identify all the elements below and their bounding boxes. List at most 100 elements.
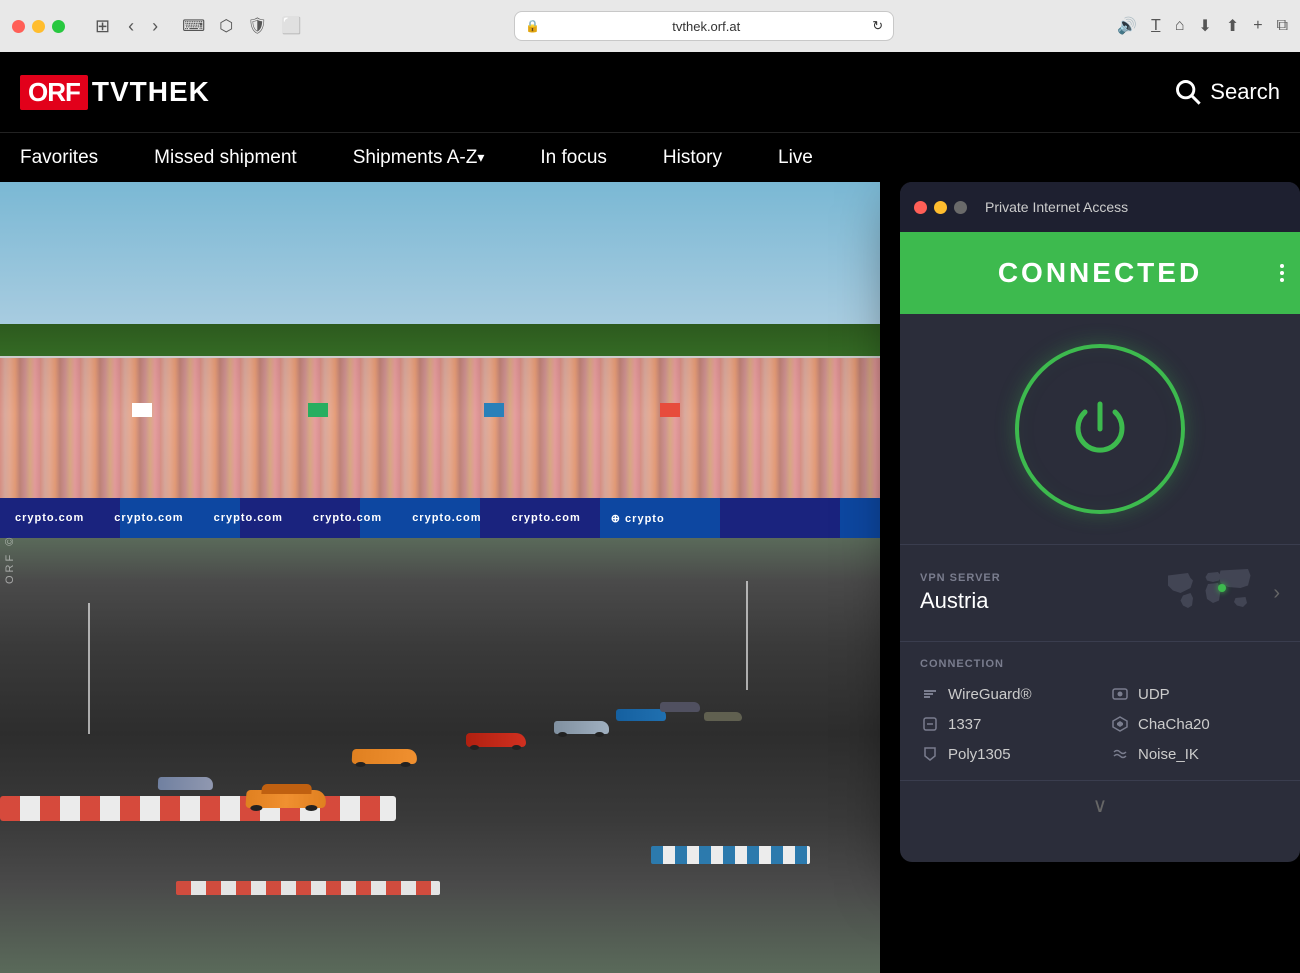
browser-titlebar: ⊞ ‹ › ⌨ ⬡ 🛡 ⬜ 🔒 tvthek.orf.at ↻ 🔊 T̲ ⌂ ⬇… xyxy=(0,0,1300,52)
tvthek-text: TVTHEK xyxy=(92,76,210,108)
new-tab-icon[interactable]: + xyxy=(1253,17,1262,35)
tab-overview-icon[interactable]: ⧉ xyxy=(1277,17,1288,35)
f1-curb-left xyxy=(0,796,396,821)
orf-logo[interactable]: ORF TVTHEK xyxy=(20,75,210,110)
cipher-icon xyxy=(1110,714,1130,734)
nav-infocus[interactable]: In focus xyxy=(512,133,635,182)
reload-icon[interactable]: ↻ xyxy=(872,18,883,34)
f1-asphalt xyxy=(0,538,880,973)
pia-server-chevron: › xyxy=(1273,582,1280,605)
f1-car-bg-2 xyxy=(704,712,742,721)
minimize-button[interactable] xyxy=(32,20,45,33)
pia-more-dot-2 xyxy=(1280,271,1284,275)
pia-port-value: 1337 xyxy=(948,716,981,733)
f1-ad-6: crypto.com xyxy=(496,512,595,524)
f1-video-player[interactable]: crypto.com crypto.com crypto.com crypto.… xyxy=(0,182,880,973)
pia-conn-port: 1337 xyxy=(920,714,1090,734)
f1-car-silver-2 xyxy=(158,777,213,790)
pia-encryption-value: Poly1305 xyxy=(948,746,1011,763)
orf-header: ORF TVTHEK Search xyxy=(0,52,1300,132)
traffic-lights xyxy=(12,20,65,33)
nav-shipments[interactable]: Shipments A-Z xyxy=(325,133,513,182)
home-icon: ⌂ xyxy=(1175,17,1185,35)
f1-adboards: crypto.com crypto.com crypto.com crypto.… xyxy=(0,498,880,538)
f1-flag-4 xyxy=(660,403,680,417)
wireguard-icon xyxy=(920,684,940,704)
f1-line-left xyxy=(88,603,90,734)
pia-more-dot-3 xyxy=(1280,278,1284,282)
nav-history[interactable]: History xyxy=(635,133,750,182)
pia-connection-label: CONNECTION xyxy=(920,658,1280,670)
pia-transport-value: UDP xyxy=(1138,686,1170,703)
nav-live[interactable]: Live xyxy=(750,133,841,182)
orf-watermark: ORF © xyxy=(4,534,16,583)
orf-website: ORF TVTHEK Search Favorites Missed shipm… xyxy=(0,52,1300,973)
pia-server-name: Austria xyxy=(920,588,1163,614)
search-label: Search xyxy=(1210,79,1280,105)
pia-power-ring[interactable] xyxy=(1015,344,1185,514)
forward-button[interactable]: › xyxy=(146,14,164,39)
pia-more-button[interactable] xyxy=(1280,264,1284,282)
orf-navigation: Favorites Missed shipment Shipments A-Z … xyxy=(0,132,1300,182)
f1-car-orange-2 xyxy=(352,749,418,764)
url-bar-container: 🔒 tvthek.orf.at ↻ xyxy=(309,11,1099,41)
url-text[interactable]: tvthek.orf.at xyxy=(546,19,866,34)
pia-expand-button[interactable]: ∨ xyxy=(900,780,1300,830)
f1-flag-1 xyxy=(132,403,152,417)
pia-handshake-value: Noise_IK xyxy=(1138,746,1199,763)
udp-icon xyxy=(1110,684,1130,704)
f1-ad-2: crypto.com xyxy=(99,512,198,524)
f1-flag-2 xyxy=(308,403,328,417)
f1-ad-1: crypto.com xyxy=(0,512,99,524)
f1-track xyxy=(0,538,880,973)
close-button[interactable] xyxy=(12,20,25,33)
f1-curb-bottom xyxy=(176,881,440,895)
pia-minimize-button[interactable] xyxy=(934,201,947,214)
tab-icon: ⬜ xyxy=(281,16,301,36)
lock-icon: 🔒 xyxy=(525,19,540,33)
nav-favorites[interactable]: Favorites xyxy=(20,133,126,182)
nav-missed[interactable]: Missed shipment xyxy=(126,133,325,182)
f1-flag-3 xyxy=(484,403,504,417)
f1-car-orange-large xyxy=(246,790,327,808)
f1-ad-5: crypto.com xyxy=(397,512,496,524)
pia-zoom-button[interactable] xyxy=(954,201,967,214)
browser-icons: ⌨ ⬡ 🛡 ⬜ xyxy=(182,16,301,36)
noise-icon xyxy=(1110,744,1130,764)
url-bar[interactable]: 🔒 tvthek.orf.at ↻ xyxy=(514,11,894,41)
shield-icon: 🛡 xyxy=(247,16,267,36)
f1-ad-3: crypto.com xyxy=(199,512,298,524)
pia-connected-bar: CONNECTED xyxy=(900,232,1300,314)
poly-icon xyxy=(920,744,940,764)
browser-nav: ⊞ ‹ › xyxy=(89,14,164,39)
f1-car-silver xyxy=(554,721,609,734)
share-icon: ⬆ xyxy=(1226,16,1239,36)
pia-conn-poly: Poly1305 xyxy=(920,744,1090,764)
pia-vpn-popup: Private Internet Access CONNECTED xyxy=(900,182,1300,862)
browser-right-icons: 🔊 T̲ ⌂ ⬇ ⬆ + ⧉ xyxy=(1117,16,1288,36)
sidebar-toggle-button[interactable]: ⊞ xyxy=(89,14,116,39)
pia-app-title: Private Internet Access xyxy=(985,199,1128,215)
pia-world-map xyxy=(1163,563,1263,623)
f1-ad-7: ⊕ crypto xyxy=(596,512,680,525)
search-button[interactable]: Search xyxy=(1174,78,1280,106)
f1-scene: crypto.com crypto.com crypto.com crypto.… xyxy=(0,182,880,973)
handoff-icon: ⌨ xyxy=(182,16,205,36)
f1-line-right xyxy=(746,581,748,690)
pia-protocol-value: WireGuard® xyxy=(948,686,1032,703)
maximize-button[interactable] xyxy=(52,20,65,33)
pia-close-button[interactable] xyxy=(914,201,927,214)
pia-connection-section: CONNECTION WireGuard® UDP xyxy=(900,641,1300,780)
pia-conn-wireguard: WireGuard® xyxy=(920,684,1090,704)
orf-logo-box: ORF xyxy=(20,75,88,110)
pia-server-section[interactable]: VPN SERVER Austria xyxy=(900,544,1300,641)
back-button[interactable]: ‹ xyxy=(122,14,140,39)
translate-icon: T̲ xyxy=(1151,17,1161,35)
f1-crowd xyxy=(0,358,880,498)
pia-conn-noise: Noise_IK xyxy=(1110,744,1280,764)
orf-main-content: crypto.com crypto.com crypto.com crypto.… xyxy=(0,182,1300,973)
pia-connected-status: CONNECTED xyxy=(998,257,1202,289)
pia-conn-udp: UDP xyxy=(1110,684,1280,704)
f1-grandstands xyxy=(0,356,880,498)
f1-curb-right-blue xyxy=(651,846,809,864)
